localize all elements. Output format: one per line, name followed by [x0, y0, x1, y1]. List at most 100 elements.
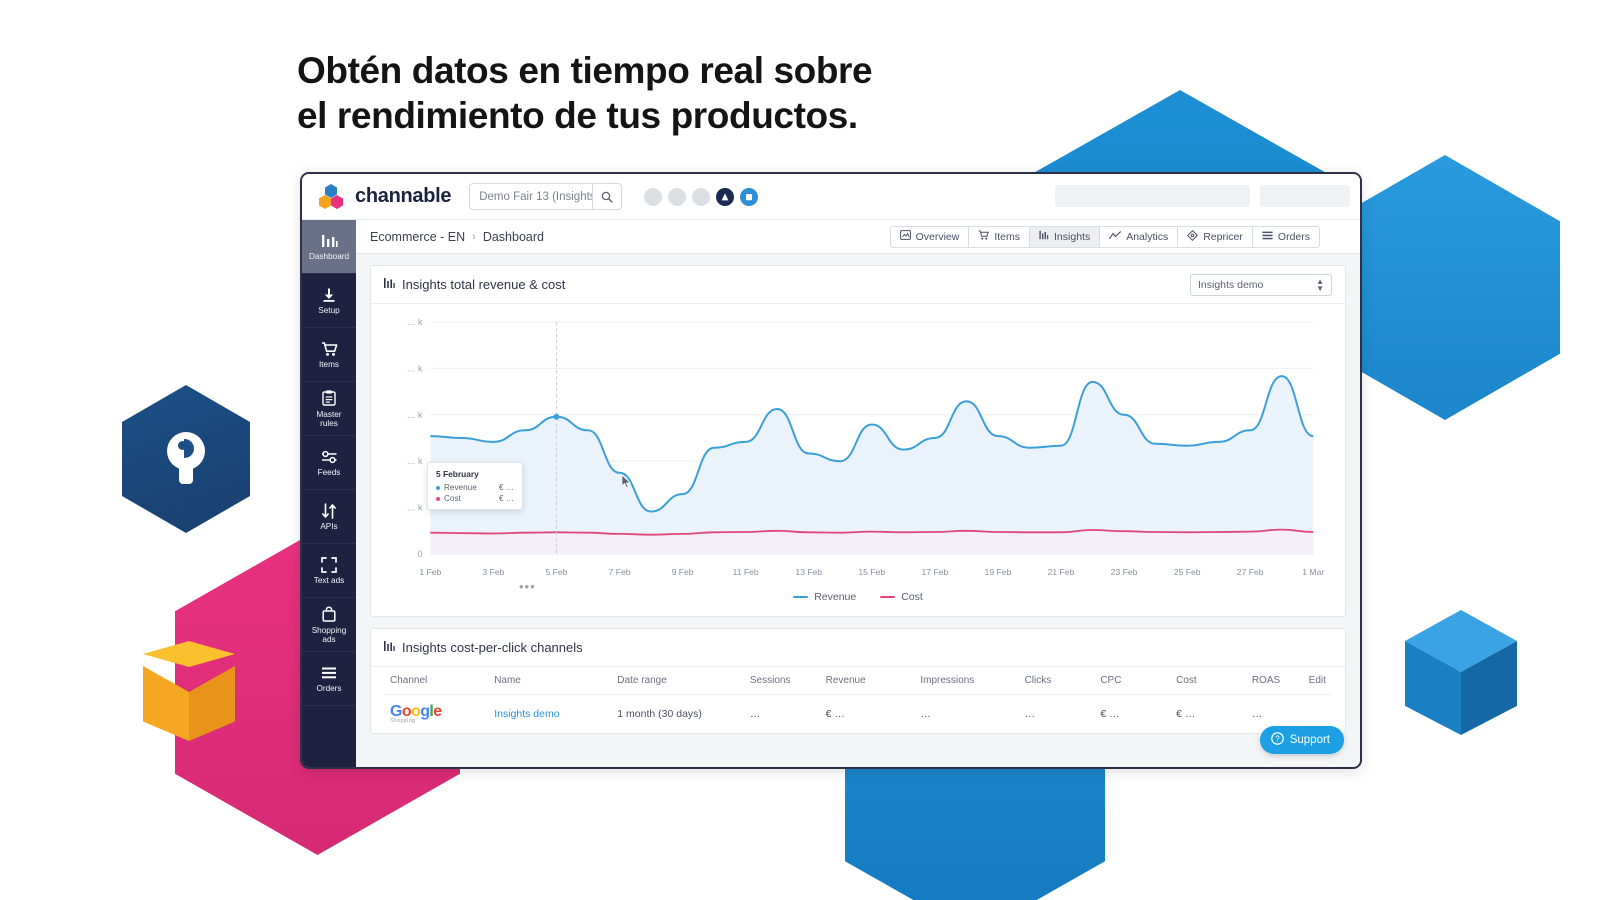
table-row: Google Shopping Insights demo 1 month (30 d… [384, 695, 1332, 734]
tab-insights[interactable]: Insights [1029, 225, 1100, 248]
channable-logo[interactable]: channable [316, 183, 452, 211]
avatar-company-icon[interactable] [716, 187, 735, 206]
x-axis-tick-label: 7 Feb [608, 567, 631, 577]
breadcrumb-root[interactable]: Ecommerce - EN [370, 230, 465, 244]
svg-text:… k: … k [407, 410, 423, 420]
sidebar-item-label: Shopping ads [311, 625, 347, 644]
tab-label: Repricer [1203, 230, 1243, 243]
avatar[interactable] [692, 187, 711, 206]
tab-items[interactable]: Items [968, 225, 1030, 248]
column-header-roas: ROAS [1245, 667, 1303, 695]
project-search[interactable] [469, 183, 623, 210]
table-body: Google Shopping Insights demo 1 month (30 d… [384, 695, 1332, 734]
support-button-label: Support [1289, 734, 1330, 746]
x-axis-tick-label: 1 Mar [1302, 567, 1325, 577]
column-header-name: Name [488, 667, 612, 695]
question-circle-icon: ? [1270, 732, 1284, 748]
sidebar-item-setup[interactable]: Setup [302, 274, 356, 328]
x-axis-tick-label: 9 Feb [671, 567, 694, 577]
chevron-updown-icon: ▲ ▼ [1316, 276, 1324, 293]
tab-orders[interactable]: Orders [1251, 225, 1320, 248]
sidebar-item-label: Setup [318, 306, 340, 316]
sidebar-item-label: Master rules [316, 409, 342, 428]
sidebar-item-orders[interactable]: Orders [302, 652, 356, 706]
tab-analytics[interactable]: Analytics [1099, 225, 1178, 248]
sidebar-item-label: Items [318, 360, 340, 370]
sidebar-item-dashboard[interactable]: Dashboard [302, 220, 356, 274]
breadcrumb-separator-icon: › [472, 230, 476, 243]
sidebar-item-label: Feeds [317, 468, 341, 478]
cell-cpc: € … [1100, 708, 1120, 721]
chart-canvas: 0 … k … k … k … k … k [407, 317, 1314, 559]
svg-text:?: ? [1275, 735, 1280, 744]
insights-revenue-cost-card: Insights total revenue & cost Insights d… [370, 265, 1346, 617]
tab-label: Orders [1277, 230, 1310, 243]
app-window: channable Demo Fair 13 (Insights) Dashbo… [300, 172, 1362, 769]
support-button[interactable]: ? Support [1259, 726, 1344, 754]
legend-item-revenue[interactable]: Revenue [793, 591, 856, 603]
lines-icon [321, 663, 337, 682]
insights-account-select[interactable]: Insights demo ▲ ▼ [1190, 273, 1332, 296]
column-header-revenue: Revenue [819, 667, 915, 695]
column-header-impressions: Impressions [914, 667, 1019, 695]
download-icon [321, 285, 337, 304]
bar-chart-icon [384, 277, 395, 292]
trend-icon [1109, 230, 1122, 243]
arrows-updown-icon [321, 501, 337, 520]
svg-text:… k: … k [407, 456, 423, 466]
x-axis-tick-label: 3 Feb [482, 567, 505, 577]
tab-label: Overview [915, 230, 960, 243]
x-axis-tick-label: 27 Feb [1236, 567, 1264, 577]
card-title-text: Insights cost-per-click channels [402, 640, 583, 655]
select-value: Insights demo [1198, 278, 1264, 291]
tooltip-row-cost: Cost € … [436, 494, 514, 503]
cell-name[interactable]: Insights demo [488, 695, 611, 734]
column-header-clicks: Clicks [1018, 667, 1095, 695]
cell-clicks: … [1024, 708, 1036, 721]
tooltip-value-cost: € … [498, 494, 514, 503]
avatar[interactable] [668, 187, 687, 206]
sidebar-item-label: APIs [320, 522, 338, 532]
decorative-hexagon-navy-lightbulb [122, 385, 250, 533]
tooltip-label-revenue: Revenue [444, 483, 477, 492]
x-axis-tick-label: 19 Feb [984, 567, 1012, 577]
clipboard-icon [322, 389, 336, 408]
x-axis-tick-label: 1 Feb [419, 567, 442, 577]
sidebar-item-apis[interactable]: APIs [302, 490, 356, 544]
sub-navigation: Ecommerce - EN › Dashboard Overview Items… [356, 220, 1360, 254]
breadcrumb-current: Dashboard [482, 229, 544, 244]
chart-more-options[interactable]: ••• [519, 579, 536, 594]
tab-overview[interactable]: Overview [889, 225, 969, 248]
legend-swatch [880, 595, 896, 599]
tooltip-dot-cost [436, 496, 440, 501]
legend-label: Cost [901, 591, 923, 603]
column-header-cost: Cost [1170, 667, 1246, 695]
section-tabs: Overview Items Insights Analytics Repricer Or… [889, 225, 1320, 248]
channable-logo-icon [316, 183, 346, 211]
sidebar-item-text-ads[interactable]: Text ads [302, 544, 356, 598]
channels-table: Channel Name Date range Sessions Revenue Impr… [384, 667, 1332, 733]
chart-tooltip: 5 February Revenue € … Cost € … [427, 462, 523, 510]
page-root: Obtén datos en tiempo real sobre el rendi… [0, 0, 1600, 900]
topbar-placeholder [1260, 185, 1350, 207]
decorative-cube-blue [1405, 610, 1517, 735]
sidebar-item-master-rules[interactable]: Master rules [302, 382, 356, 436]
search-icon[interactable] [592, 184, 621, 209]
avatar[interactable] [644, 187, 663, 206]
sidebar-item-shopping-ads[interactable]: Shopping ads [302, 598, 356, 652]
decorative-hexagon-blue-right [1330, 155, 1560, 420]
search-input[interactable] [470, 184, 593, 209]
tab-repricer[interactable]: Repricer [1177, 225, 1252, 248]
bag-icon [322, 605, 336, 624]
sidebar-item-feeds[interactable]: Feeds [302, 436, 356, 490]
cell-impressions: … [920, 708, 931, 721]
column-header-edit: Edit [1302, 667, 1332, 695]
sidebar-item-items[interactable]: Items [302, 328, 356, 382]
x-axis-tick-label: 23 Feb [1110, 567, 1138, 577]
x-axis-tick-label: 11 Feb [732, 567, 759, 577]
lines-icon [1262, 231, 1273, 243]
legend-item-cost[interactable]: Cost [880, 591, 923, 603]
x-axis-tick-label: 17 Feb [921, 567, 949, 577]
avatar-docs-icon[interactable] [740, 187, 759, 206]
sidebar: Dashboard Setup Items Master rules Feeds APIs T… [302, 220, 356, 767]
